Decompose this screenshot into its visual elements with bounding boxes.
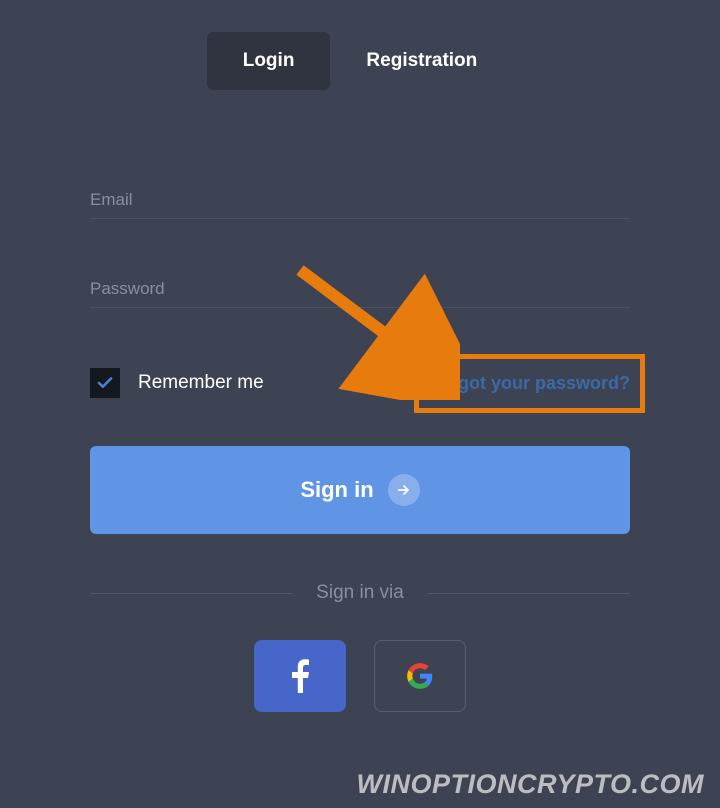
divider-row: Sign in via xyxy=(0,582,720,604)
signin-button[interactable]: Sign in xyxy=(90,446,630,534)
facebook-button[interactable] xyxy=(254,640,346,712)
facebook-icon xyxy=(291,659,309,693)
email-field[interactable]: Email xyxy=(90,190,630,219)
remember-group: Remember me xyxy=(90,368,264,398)
email-label: Email xyxy=(90,190,630,210)
divider-line xyxy=(428,593,630,594)
remember-checkbox[interactable] xyxy=(90,368,120,398)
auth-tabs: Login Registration xyxy=(0,32,720,90)
remember-label: Remember me xyxy=(138,372,264,394)
password-field[interactable]: Password xyxy=(90,279,630,308)
arrow-right-icon xyxy=(388,474,420,506)
watermark: WINOPTIONCRYPTO.COM xyxy=(356,769,704,800)
login-form: Email Password Remember me Forgot your p… xyxy=(0,190,720,534)
login-card: Login Registration Email Password Rememb… xyxy=(0,0,720,808)
tab-registration[interactable]: Registration xyxy=(330,32,513,90)
signin-label: Sign in xyxy=(300,477,373,503)
divider-line xyxy=(90,593,292,594)
google-button[interactable] xyxy=(374,640,466,712)
password-label: Password xyxy=(90,279,630,299)
social-row xyxy=(0,640,720,712)
google-icon xyxy=(406,662,434,690)
divider-text: Sign in via xyxy=(292,582,428,604)
remember-row: Remember me Forgot your password? xyxy=(90,368,630,398)
tab-login[interactable]: Login xyxy=(207,32,331,90)
forgot-password-link[interactable]: Forgot your password? xyxy=(429,373,630,393)
check-icon xyxy=(96,374,114,392)
forgot-highlight: Forgot your password? xyxy=(414,354,645,413)
